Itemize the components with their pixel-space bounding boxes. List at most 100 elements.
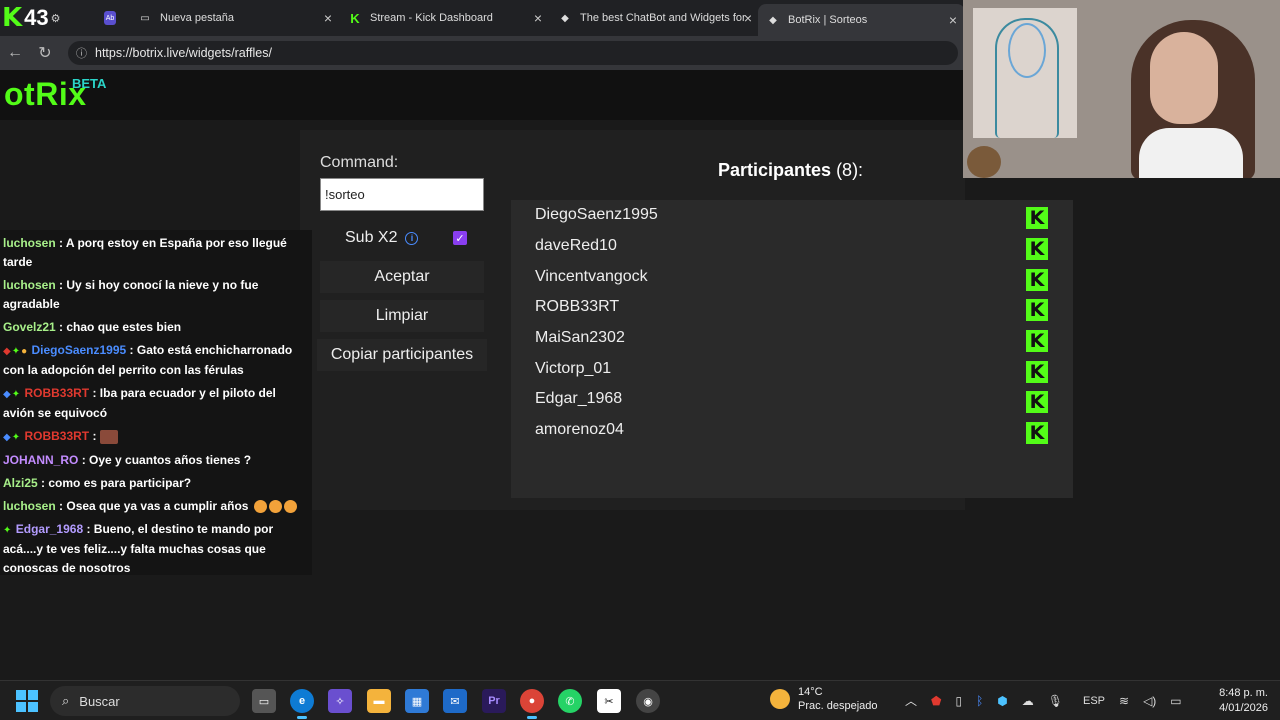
back-icon[interactable]: ← [0,44,30,62]
chat-message: ◆✦● DiegoSaenz1995 : Gato está enchichar… [3,341,309,380]
language-indicator[interactable]: ESP [1083,695,1105,707]
copilot-icon[interactable]: ✧ [328,689,352,713]
chat-username: Edgar_1968 [15,522,84,536]
kick-stream-badge: K 43 ⚙ [0,3,90,33]
defender-icon[interactable]: ⬢ [997,694,1007,708]
beta-label: BETA [72,76,107,91]
reload-icon[interactable]: ↻ [30,43,60,63]
app-icon: Ab [104,11,116,25]
sub-badge-icon: ✦ [11,432,21,443]
chat-username: JOHANN_RO [3,453,79,467]
url-field[interactable]: ⓘ https://botrix.live/widgets/raffles/ [68,41,958,65]
copy-participants-button[interactable]: Copiar participantes [317,339,487,371]
participant-name: Vincentvangock [535,268,648,285]
participant-name: Edgar_1968 [535,390,623,407]
emoji-icon [253,500,267,514]
taskbar-search[interactable]: ⌕ Buscar [50,686,240,716]
tab-kick-dashboard[interactable]: K Stream - Kick Dashboard × [340,3,550,33]
mic-icon[interactable]: 🎙 [1048,694,1063,708]
volume-icon[interactable]: ◁) [1143,694,1156,708]
accept-button[interactable]: Aceptar [320,261,484,293]
edge-icon[interactable]: e [290,689,314,719]
chat-message: Govelz21 : chao que estes bien [3,318,309,337]
premiere-icon[interactable]: Pr [482,689,506,713]
tab-new-tab[interactable]: ▭ Nueva pestaña × [130,3,340,33]
streamer-face [1150,32,1218,124]
close-icon[interactable]: × [744,10,752,26]
sub-x2-label: Sub X2 [345,229,398,246]
shield-icon[interactable]: ⬟ [931,694,941,708]
command-input[interactable] [320,178,484,211]
kick-icon: K [1026,238,1048,260]
chat-text: : chao que estes bien [59,320,182,334]
browser-tab-bar: K 43 ⚙ Ab ▭ Nueva pestaña × K Stream - K… [0,0,965,36]
emote-icon [99,429,118,444]
participant-row: Victorp_01 K [535,360,1048,384]
close-icon[interactable]: × [534,10,542,26]
clear-button[interactable]: Limpiar [320,300,484,332]
tab-botrix-sorteos[interactable]: ◆ BotRix | Sorteos × [758,4,965,36]
usb-icon[interactable]: ▯ [955,694,962,708]
gift-badge-icon: ◆ [3,346,11,357]
tab-pinned[interactable]: Ab [96,3,124,33]
site-info-icon[interactable]: ⓘ [76,45,87,61]
clock[interactable]: 8:48 p. m. 4/01/2026 [1219,686,1268,716]
windows-start-icon[interactable] [16,690,38,712]
chat-text: : como es para participar? [41,476,192,490]
chat-username: ROBB33RT [24,386,90,400]
task-view-icon[interactable]: ▭ [252,689,276,713]
weather-widget[interactable]: 14°C Prac. despejado [770,685,878,713]
participant-row: Edgar_1968 K [535,390,1048,414]
bluetooth-icon[interactable]: ᛒ [976,694,983,708]
wall-drawing [973,8,1077,138]
tab-title: Stream - Kick Dashboard [370,12,493,24]
webcam-overlay [963,0,1280,178]
page-icon: ▭ [140,12,150,24]
onedrive-icon[interactable]: ☁ [1022,694,1034,708]
sub-x2-row: Sub X2 i ✓ [320,225,484,251]
search-icon: ⌕ [62,693,70,708]
close-icon[interactable]: × [949,12,957,28]
chat-username: DiegoSaenz1995 [31,343,127,357]
participant-name: DiegoSaenz1995 [535,206,658,223]
kick-icon: K [350,10,360,26]
kick-icon: K [1026,422,1048,444]
emoji-icon [268,500,282,514]
kick-icon: K [1026,299,1048,321]
clock-time: 8:48 p. m. [1219,687,1268,699]
participant-row: daveRed10 K [535,237,1048,261]
store-icon[interactable]: ▦ [405,689,429,713]
outlook-icon[interactable]: ✉ [443,689,467,713]
file-explorer-icon[interactable]: ▬ [367,689,391,713]
vip-badge-icon: ● [21,346,28,357]
chrome-icon[interactable]: ● [520,689,544,719]
obs-icon[interactable]: ◉ [636,689,660,713]
kick-icon: K [1026,361,1048,383]
chevron-up-icon[interactable]: ︿ [905,692,917,709]
participants-title: Participantes (8): [718,160,863,181]
settings-icon: ⚙ [50,12,61,25]
info-icon[interactable]: i [405,231,419,245]
url-text: https://botrix.live/widgets/raffles/ [95,46,272,60]
site-header: otRix BETA [0,70,965,120]
windows-taskbar: ⌕ Buscar ▭ e ✧ ▬ ▦ ✉ Pr ● ✆ ✂ ◉ 14°C Pra… [0,680,1280,720]
chat-username: luchosen [3,236,56,250]
close-icon[interactable]: × [324,10,332,26]
participant-name: amorenoz04 [535,421,624,438]
botrix-icon: ◆ [769,14,777,26]
chat-message: ◆✦ ROBB33RT : Iba para ecuador y el pilo… [3,384,309,423]
capcut-icon[interactable]: ✂ [597,689,621,713]
participant-row: MaiSan2302 K [535,329,1048,353]
battery-icon[interactable]: ▭ [1170,694,1181,708]
participant-name: daveRed10 [535,237,617,254]
tab-title: BotRix | Sorteos [788,14,868,26]
chat-message: ✦ Edgar_1968 : Bueno, el destino te mand… [3,520,309,578]
tab-botrix-chatbot[interactable]: ◆ The best ChatBot and Widgets for × [550,3,760,33]
whatsapp-icon[interactable]: ✆ [558,689,582,713]
participants-list: DiegoSaenz1995 K daveRed10 K Vincentvangoc… [511,200,1073,498]
sub-x2-checkbox[interactable]: ✓ [453,231,467,245]
wifi-icon[interactable]: ≋ [1119,694,1129,708]
kick-icon: K [1026,207,1048,229]
streamer-shirt [1139,128,1243,178]
participant-name: MaiSan2302 [535,329,625,346]
